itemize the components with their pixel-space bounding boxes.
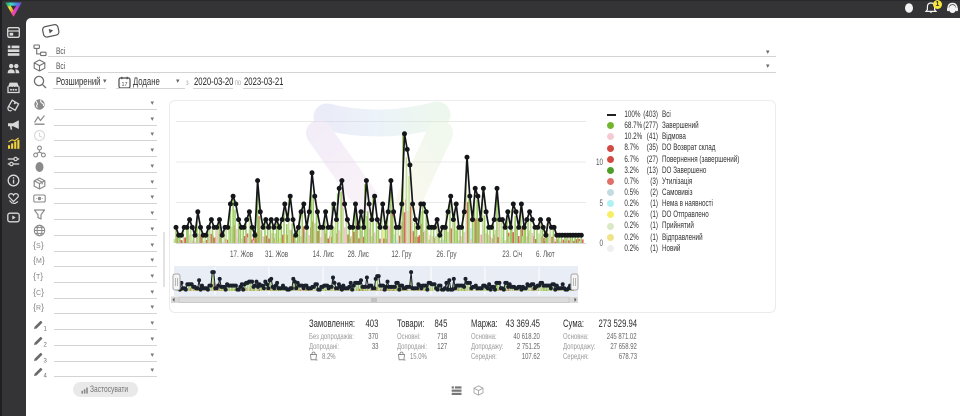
svg-text:x: x [404,358,406,361]
svg-text:x: x [316,358,318,361]
